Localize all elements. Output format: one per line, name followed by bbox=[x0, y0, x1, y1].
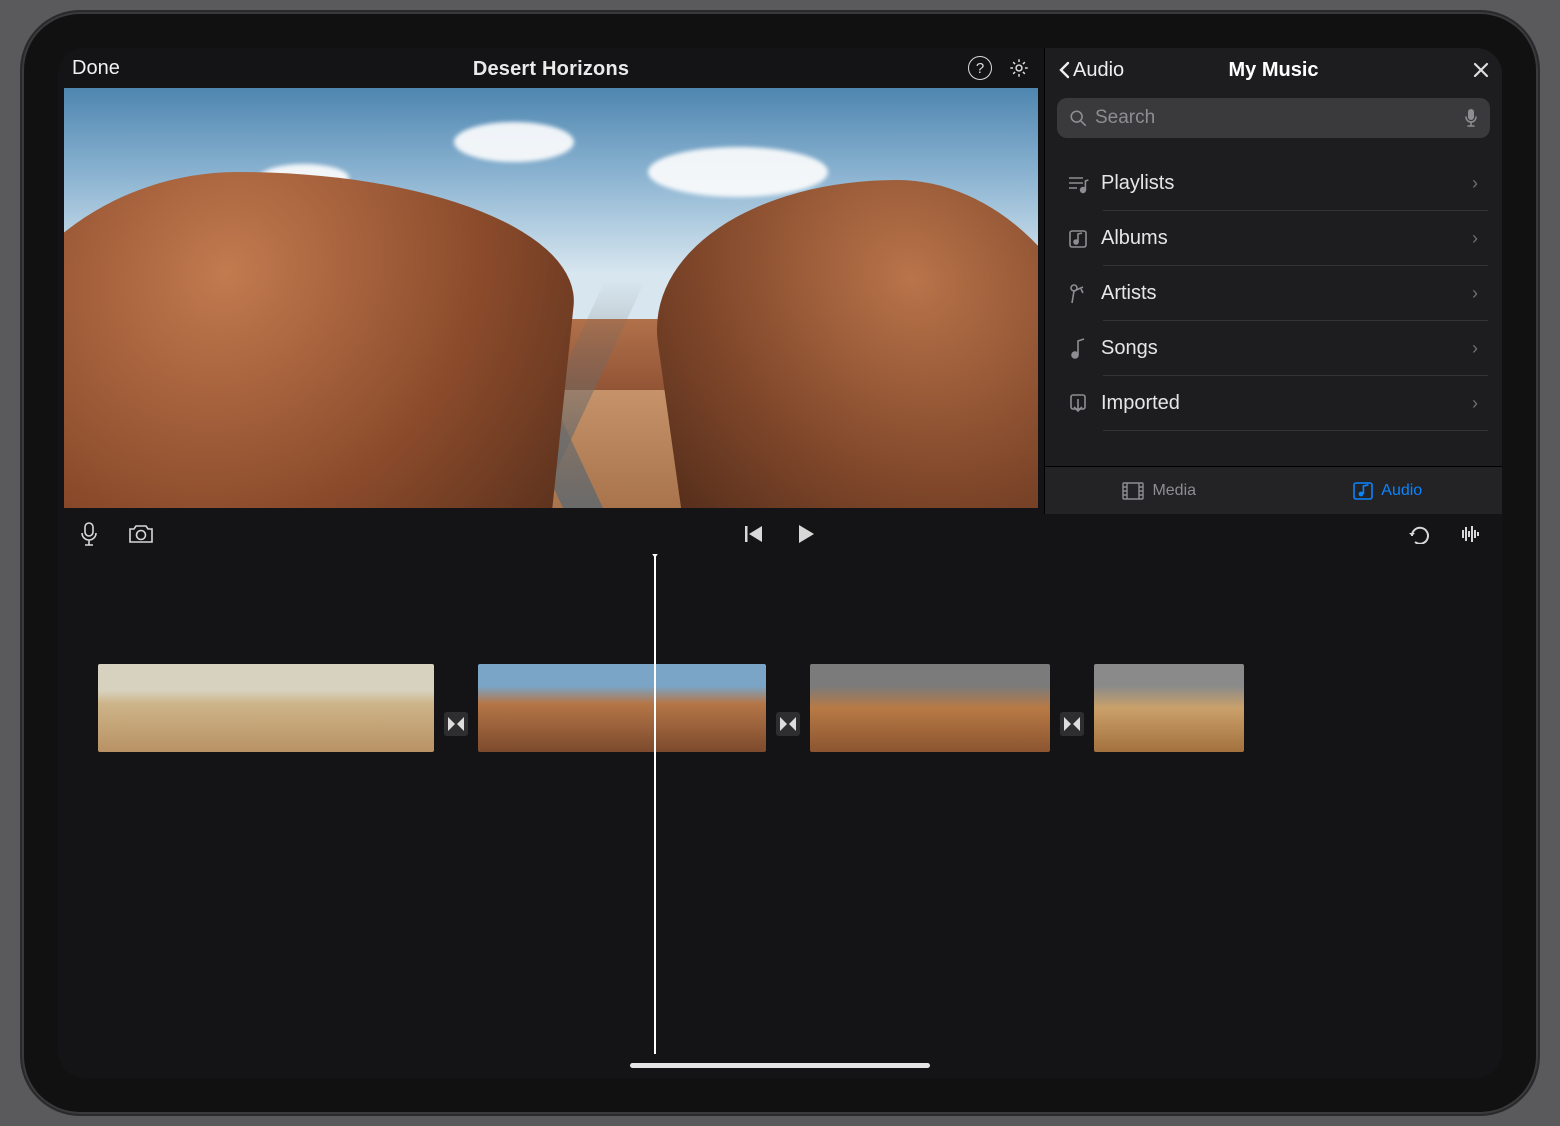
row-playlists[interactable]: Playlists › bbox=[1045, 156, 1502, 211]
clip-3[interactable] bbox=[810, 664, 1050, 752]
audio-browser-panel: Audio My Music bbox=[1044, 48, 1502, 514]
transition-icon[interactable] bbox=[1060, 712, 1084, 736]
clip-2[interactable] bbox=[478, 664, 766, 752]
preview-pane: Done Desert Horizons ? bbox=[58, 48, 1044, 514]
imported-icon bbox=[1061, 393, 1095, 415]
audio-back-label: Audio bbox=[1073, 59, 1124, 82]
clip-4[interactable] bbox=[1094, 664, 1244, 752]
row-label: Albums bbox=[1095, 227, 1472, 250]
project-title: Desert Horizons bbox=[473, 58, 629, 81]
row-songs[interactable]: Songs › bbox=[1045, 321, 1502, 376]
tab-audio[interactable]: Audio bbox=[1274, 467, 1503, 514]
done-button[interactable]: Done bbox=[72, 57, 120, 80]
chevron-right-icon: › bbox=[1472, 283, 1502, 304]
video-preview[interactable] bbox=[64, 88, 1038, 508]
app-screen: Done Desert Horizons ? bbox=[58, 48, 1502, 1078]
audio-panel-title: My Music bbox=[1228, 59, 1318, 82]
record-voiceover-icon[interactable] bbox=[76, 521, 102, 547]
row-artists[interactable]: Artists › bbox=[1045, 266, 1502, 321]
tab-audio-label: Audio bbox=[1381, 482, 1422, 500]
search-icon bbox=[1069, 109, 1087, 127]
help-icon[interactable]: ? bbox=[968, 56, 992, 80]
row-label: Songs bbox=[1095, 337, 1472, 360]
chevron-right-icon: › bbox=[1472, 338, 1502, 359]
artist-icon bbox=[1061, 283, 1095, 305]
media-icon bbox=[1122, 482, 1144, 500]
transition-icon[interactable] bbox=[444, 712, 468, 736]
undo-icon[interactable] bbox=[1406, 521, 1432, 547]
song-icon bbox=[1061, 338, 1095, 360]
audio-panel-header: Audio My Music bbox=[1045, 48, 1502, 92]
close-icon[interactable] bbox=[1472, 61, 1490, 79]
row-label: Imported bbox=[1095, 392, 1472, 415]
waveform-icon[interactable] bbox=[1458, 521, 1484, 547]
clip-1[interactable] bbox=[98, 664, 434, 752]
audio-icon bbox=[1353, 482, 1373, 500]
camera-icon[interactable] bbox=[128, 521, 154, 547]
row-label: Playlists bbox=[1095, 172, 1472, 195]
browser-tabs: Media Audio bbox=[1045, 466, 1502, 514]
dictation-icon[interactable] bbox=[1464, 108, 1478, 128]
row-imported[interactable]: Imported › bbox=[1045, 376, 1502, 431]
row-albums[interactable]: Albums › bbox=[1045, 211, 1502, 266]
tab-media-label: Media bbox=[1152, 482, 1196, 500]
timeline-toolbar bbox=[58, 514, 1502, 554]
home-indicator bbox=[630, 1063, 930, 1068]
row-label: Artists bbox=[1095, 282, 1472, 305]
play-icon[interactable] bbox=[793, 521, 819, 547]
playlist-icon bbox=[1061, 174, 1095, 194]
skip-back-icon[interactable] bbox=[741, 521, 767, 547]
preview-header: Done Desert Horizons ? bbox=[58, 48, 1044, 88]
album-icon bbox=[1061, 229, 1095, 249]
video-track[interactable] bbox=[58, 664, 1502, 752]
chevron-left-icon bbox=[1057, 61, 1071, 79]
chevron-right-icon: › bbox=[1472, 228, 1502, 249]
timeline[interactable] bbox=[58, 554, 1502, 1078]
music-category-list: Playlists › Albums › Art bbox=[1045, 148, 1502, 466]
search-input[interactable] bbox=[1095, 107, 1456, 129]
settings-icon[interactable] bbox=[1008, 57, 1030, 79]
ipad-frame: Done Desert Horizons ? bbox=[22, 12, 1538, 1114]
audio-back-button[interactable]: Audio bbox=[1057, 59, 1124, 82]
tab-media[interactable]: Media bbox=[1045, 467, 1274, 514]
playhead[interactable] bbox=[654, 554, 656, 1054]
search-field[interactable] bbox=[1057, 98, 1490, 138]
chevron-right-icon: › bbox=[1472, 173, 1502, 194]
chevron-right-icon: › bbox=[1472, 393, 1502, 414]
top-area: Done Desert Horizons ? bbox=[58, 48, 1502, 514]
transition-icon[interactable] bbox=[776, 712, 800, 736]
